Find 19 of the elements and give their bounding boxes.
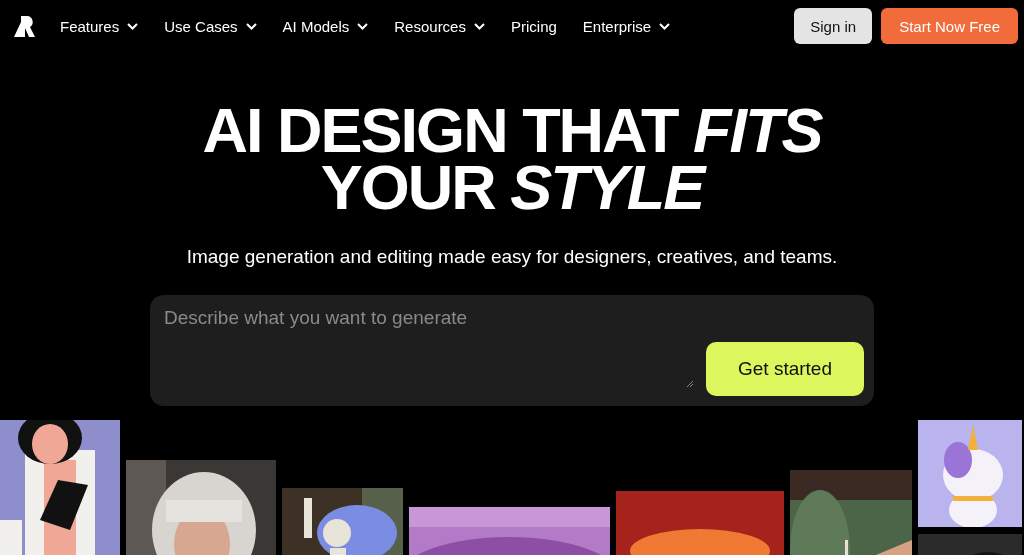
chevron-down-icon — [127, 22, 139, 30]
resize-handle-icon[interactable] — [686, 380, 694, 388]
headline: AI DESIGN THAT FITS — [202, 102, 822, 159]
nav-link[interactable]: Features — [60, 17, 139, 35]
headline: YOUR STYLE — [202, 159, 822, 216]
nav-link[interactable]: AI Models — [282, 17, 369, 35]
subtitle: Image generation and editing made easy for designers, creatives, and teams. — [186, 246, 838, 268]
chevron-down-icon — [659, 22, 671, 30]
chevron-down-icon — [357, 22, 369, 30]
get-started-button[interactable]: Get started — [706, 342, 864, 396]
nav-link[interactable]: Use Cases — [164, 17, 257, 35]
nav-link[interactable]: Resources — [394, 17, 485, 35]
logo-icon[interactable] — [12, 14, 36, 38]
prompt-field[interactable]: Describe what you want to generate Get started — [150, 295, 874, 406]
chevron-down-icon — [473, 22, 485, 30]
nav-link[interactable]: Enterprise — [582, 17, 671, 35]
chevron-down-icon — [245, 22, 257, 30]
sign-in-button[interactable]: Sign in — [794, 8, 873, 44]
nav-link[interactable]: Pricing — [510, 17, 557, 35]
